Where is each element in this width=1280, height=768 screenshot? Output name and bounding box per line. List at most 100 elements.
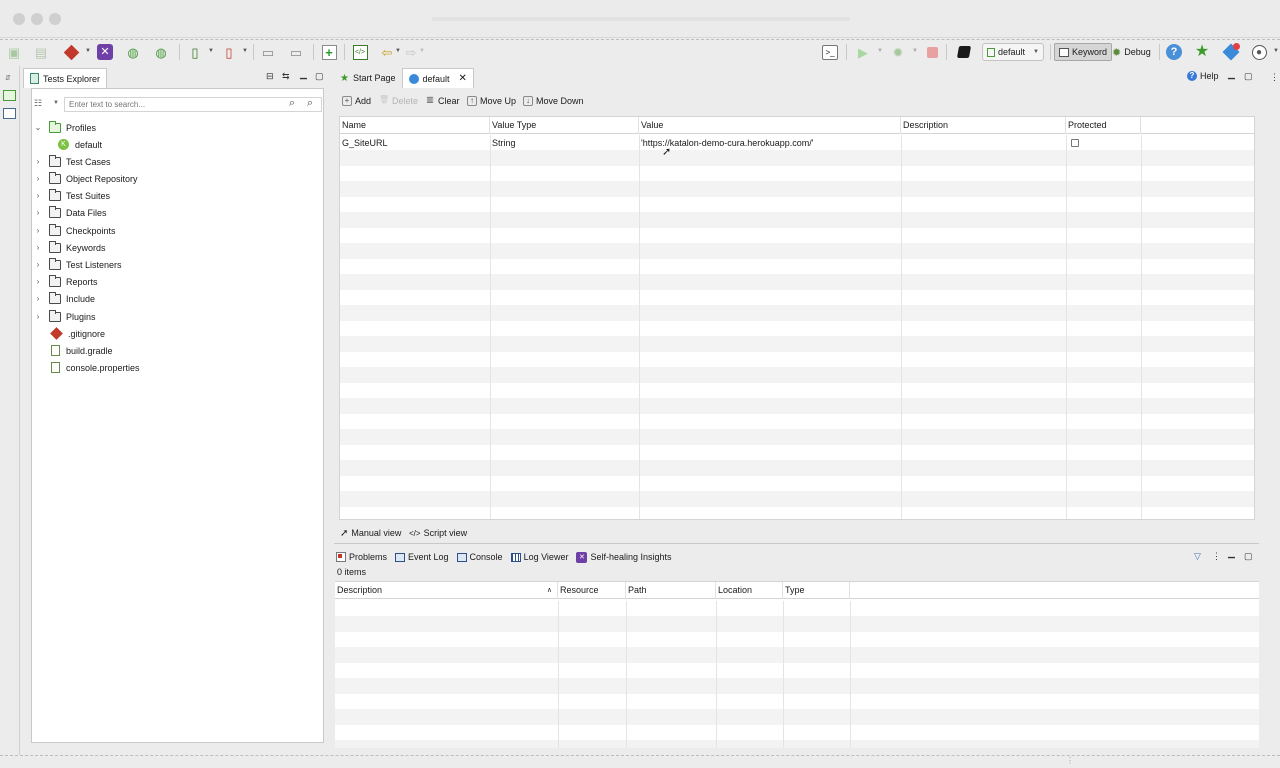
- close-window-button[interactable]: [13, 13, 25, 25]
- variable-name-cell[interactable]: G_SiteURL: [340, 135, 490, 151]
- tab-self-healing-insights[interactable]: ✕ Self-healing Insights: [576, 551, 672, 563]
- filter-icon[interactable]: ☷: [34, 98, 42, 109]
- column-header-location[interactable]: Location: [716, 582, 783, 599]
- vertical-ellipsis-icon[interactable]: ⋮: [1270, 72, 1279, 83]
- column-header-description[interactable]: Description ∧: [335, 582, 558, 599]
- help-button[interactable]: ? Help: [1187, 71, 1219, 81]
- chevron-right-icon[interactable]: ›: [32, 191, 44, 200]
- tree-item-gitignore[interactable]: .gitignore: [50, 325, 105, 342]
- column-header-type[interactable]: Type: [783, 582, 850, 599]
- tree-item-default-profile[interactable]: K default: [58, 136, 102, 153]
- mobile-record-icon[interactable]: ▯: [220, 43, 238, 61]
- stop-icon[interactable]: [923, 43, 941, 61]
- keyword-mode-button[interactable]: Keyword: [1054, 43, 1113, 61]
- minimize-panel-icon[interactable]: ▁: [300, 69, 307, 80]
- minimize-editor-icon[interactable]: ▁: [1228, 69, 1235, 80]
- desktop-record-icon[interactable]: ▭: [287, 43, 305, 61]
- tree-item-build-gradle[interactable]: build.gradle: [51, 342, 113, 359]
- maximize-editor-icon[interactable]: ▢: [1244, 71, 1253, 82]
- maximize-panel-icon[interactable]: ▢: [315, 71, 324, 82]
- funnel-filter-icon[interactable]: ▽: [1194, 551, 1201, 562]
- search-icon[interactable]: ⌕: [289, 97, 295, 110]
- advanced-search-icon[interactable]: ⌕: [307, 97, 313, 110]
- chevron-right-icon[interactable]: ›: [32, 294, 44, 303]
- close-tab-icon[interactable]: ✕: [459, 73, 467, 84]
- debug-mode-button[interactable]: ✹ Debug: [1108, 43, 1155, 61]
- chevron-right-icon[interactable]: ›: [32, 312, 44, 321]
- help-question-icon[interactable]: ?: [1165, 43, 1183, 61]
- minimize-bottom-panel-icon[interactable]: ▁: [1228, 548, 1235, 559]
- tree-item-test-suites[interactable]: › Test Suites: [32, 187, 110, 204]
- save-all-icon[interactable]: ▤: [32, 43, 50, 61]
- tree-item-test-listeners[interactable]: › Test Listeners: [32, 256, 122, 273]
- tests-explorer-minimized-icon[interactable]: [3, 90, 16, 101]
- tree-item-test-cases[interactable]: › Test Cases: [32, 153, 111, 170]
- script-icon[interactable]: </>: [351, 43, 369, 61]
- web-record-icon[interactable]: ◍: [152, 43, 170, 61]
- variable-description-cell[interactable]: [901, 135, 1066, 151]
- column-header-name[interactable]: Name: [340, 117, 490, 134]
- git-dropdown-icon[interactable]: ▼: [85, 48, 91, 54]
- web-spy-icon[interactable]: ◍: [124, 43, 142, 61]
- maximize-bottom-panel-icon[interactable]: ▢: [1244, 551, 1253, 562]
- tab-log-viewer[interactable]: Log Viewer: [510, 552, 568, 562]
- tree-item-console-properties[interactable]: console.properties: [51, 359, 140, 376]
- run-icon[interactable]: ▶: [854, 43, 872, 61]
- tree-item-checkpoints[interactable]: › Checkpoints: [32, 222, 116, 239]
- forward-icon[interactable]: ⇨: [402, 43, 420, 61]
- desktop-spy-icon[interactable]: ▭: [259, 43, 277, 61]
- tab-event-log[interactable]: Event Log: [395, 552, 449, 562]
- chevron-right-icon[interactable]: ›: [32, 243, 44, 252]
- minimize-window-button[interactable]: [31, 13, 43, 25]
- chevron-right-icon[interactable]: ›: [32, 208, 44, 217]
- script-view-tab[interactable]: </> Script view: [409, 526, 467, 540]
- clear-variables-button[interactable]: ▥ Clear: [425, 94, 459, 108]
- profile-select[interactable]: default ▼: [982, 43, 1044, 61]
- mobile-spy-icon[interactable]: ▯: [186, 43, 204, 61]
- terminal-icon[interactable]: >_: [821, 43, 839, 61]
- column-header-value[interactable]: Value: [639, 117, 901, 134]
- debug-dropdown-icon[interactable]: ▼: [912, 48, 918, 54]
- tree-item-reports[interactable]: › Reports: [32, 273, 98, 290]
- chevron-right-icon[interactable]: ›: [32, 157, 44, 166]
- chevron-right-icon[interactable]: ›: [32, 226, 44, 235]
- move-down-button[interactable]: ↓ Move Down: [523, 94, 584, 108]
- column-header-resource[interactable]: Resource: [558, 582, 626, 599]
- notification-icon[interactable]: [1222, 43, 1240, 61]
- execution-profile-icon[interactable]: [955, 43, 973, 61]
- git-icon[interactable]: [62, 43, 80, 61]
- outline-icon[interactable]: [3, 108, 16, 119]
- tab-default-profile[interactable]: default ✕: [401, 68, 474, 88]
- add-variable-button[interactable]: + Add: [342, 94, 371, 108]
- column-header-description[interactable]: Description: [901, 117, 1066, 134]
- chevron-right-icon[interactable]: ›: [32, 174, 44, 183]
- chevron-down-icon[interactable]: ⌄: [32, 123, 44, 132]
- manual-view-tab[interactable]: ➚ Manual view: [340, 526, 401, 540]
- add-new-icon[interactable]: +: [320, 43, 338, 61]
- mobile-spy-dropdown-icon[interactable]: ▼: [208, 48, 214, 54]
- mobile-record-dropdown-icon[interactable]: ▼: [242, 48, 248, 54]
- run-dropdown-icon[interactable]: ▼: [877, 48, 883, 54]
- katalon-store-icon[interactable]: ✕: [96, 43, 114, 61]
- column-header-value-type[interactable]: Value Type: [490, 117, 639, 134]
- tree-item-object-repository[interactable]: › Object Repository: [32, 170, 138, 187]
- variable-value-cell[interactable]: 'https://katalon-demo-cura.herokuapp.com…: [639, 135, 901, 151]
- tree-item-plugins[interactable]: › Plugins: [32, 308, 96, 325]
- tab-tests-explorer[interactable]: Tests Explorer: [23, 68, 108, 88]
- tree-item-keywords[interactable]: › Keywords: [32, 239, 106, 256]
- star-icon[interactable]: ★: [1193, 43, 1211, 61]
- link-editor-icon[interactable]: ⇆: [282, 71, 290, 82]
- tree-item-include[interactable]: › Include: [32, 290, 95, 307]
- back-dropdown-icon[interactable]: ▼: [395, 48, 401, 54]
- column-header-protected[interactable]: Protected: [1066, 117, 1141, 134]
- tab-start-page[interactable]: ★ Start Page: [334, 68, 402, 88]
- protected-checkbox[interactable]: [1071, 139, 1079, 147]
- move-up-button[interactable]: ↑ Move Up: [467, 94, 516, 108]
- filter-dropdown-icon[interactable]: ▼: [53, 100, 59, 106]
- zoom-window-button[interactable]: [49, 13, 61, 25]
- tab-console[interactable]: Console: [456, 552, 503, 562]
- forward-dropdown-icon[interactable]: ▼: [419, 48, 425, 54]
- tree-item-profiles[interactable]: ⌄ Profiles: [32, 119, 96, 136]
- explorer-search-input[interactable]: [64, 97, 322, 112]
- account-dropdown-icon[interactable]: ▼: [1273, 48, 1279, 54]
